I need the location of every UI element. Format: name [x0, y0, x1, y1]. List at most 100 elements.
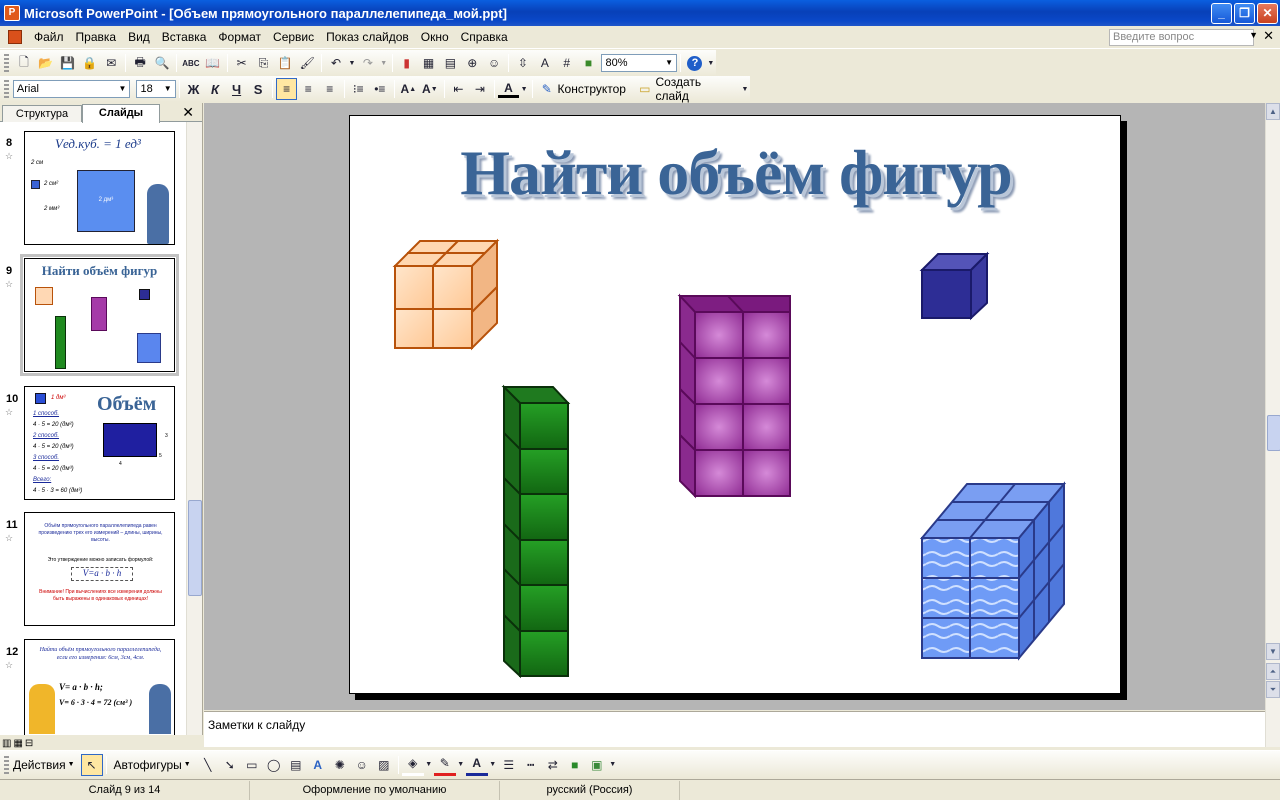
powerpoint-icon[interactable]: P	[4, 5, 20, 21]
picture-icon[interactable]: ▨	[373, 754, 395, 776]
numbering-icon[interactable]: ⁝≡	[348, 78, 370, 100]
ask-dropdown-icon[interactable]: ▼	[1249, 30, 1258, 40]
line-dropdown-icon[interactable]: ▼	[456, 754, 466, 776]
maximize-button[interactable]: ❐	[1234, 3, 1255, 24]
close-button[interactable]: ✕	[1257, 3, 1278, 24]
close-pane-icon[interactable]: ✕	[182, 104, 194, 121]
zoom-combo[interactable]: 80% ▼	[601, 54, 678, 72]
menu-file[interactable]: Файл	[28, 26, 70, 48]
show-formatting-icon[interactable]: A	[534, 52, 556, 74]
menu-tools[interactable]: Сервис	[267, 26, 320, 48]
green-prism-figure[interactable]	[501, 384, 571, 679]
slide-canvas[interactable]: Найти объём фигур	[349, 115, 1121, 694]
font-size-combo[interactable]: 18 ▼	[136, 80, 176, 98]
tables-borders-icon[interactable]: ▤	[439, 52, 461, 74]
fill-color-icon[interactable]: ◈	[401, 754, 424, 776]
clipart-icon[interactable]: ☺	[351, 754, 373, 776]
select-pointer-icon[interactable]: ↖	[80, 753, 103, 776]
ask-question-input[interactable]: Введите вопрос	[1109, 29, 1254, 46]
tab-outline[interactable]: Структура	[2, 105, 82, 122]
increase-font-icon[interactable]: A ▲	[398, 78, 420, 100]
slide-thumbnail-10[interactable]: 1 дм³ Объём 1 способ. 4 · 5 = 20 (дм²) 2…	[24, 386, 175, 500]
paste-icon[interactable]: 📋	[274, 52, 296, 74]
font-color-dropdown-icon[interactable]: ▼	[519, 78, 529, 100]
designer-button[interactable]: Конструктор	[558, 82, 626, 96]
3d-style-icon[interactable]: ▣	[586, 754, 608, 776]
close-document-icon[interactable]: ✕	[1263, 28, 1274, 44]
italic-button[interactable]: К	[204, 78, 226, 100]
redo-dropdown-icon[interactable]: ▼	[379, 52, 389, 74]
save-icon[interactable]: 💾	[57, 52, 79, 74]
main-scrollbar[interactable]: ▲ ▼ ⏶ ⏷	[1265, 103, 1280, 747]
undo-dropdown-icon[interactable]: ▼	[347, 52, 357, 74]
insert-chart-icon[interactable]: ▮	[396, 52, 418, 74]
next-slide-icon[interactable]: ⏷	[1266, 681, 1280, 698]
new-icon[interactable]: 🗋	[13, 52, 35, 74]
menu-edit[interactable]: Правка	[70, 26, 123, 48]
menu-window[interactable]: Окно	[415, 26, 455, 48]
increase-indent-icon[interactable]: ⇥	[469, 78, 491, 100]
bold-button[interactable]: Ж	[183, 78, 205, 100]
designer-icon[interactable]: ✎	[536, 78, 558, 100]
fill-dropdown-icon[interactable]: ▼	[424, 754, 434, 776]
toolbar-grip[interactable]	[4, 755, 9, 774]
menu-insert[interactable]: Вставка	[156, 26, 213, 48]
tab-slides[interactable]: Слайды	[82, 104, 160, 123]
menu-help[interactable]: Справка	[455, 26, 514, 48]
spelling-icon[interactable]: ABC	[180, 52, 202, 74]
slide-thumbnail-9[interactable]: Найти объём фигур	[20, 254, 179, 376]
show-grid-icon[interactable]: #	[556, 52, 578, 74]
line-color-icon[interactable]: ✎	[433, 754, 456, 776]
panel-scroll-thumb[interactable]	[188, 500, 202, 596]
arrow-icon[interactable]: ➘	[219, 754, 241, 776]
document-icon[interactable]	[8, 30, 22, 44]
normal-view-icon[interactable]: ▥	[2, 738, 11, 749]
diagram-icon[interactable]: ✺	[329, 754, 351, 776]
align-left-icon[interactable]: ≡	[275, 78, 298, 100]
dash-style-icon[interactable]: ┅	[520, 754, 542, 776]
research-icon[interactable]: 📖	[202, 52, 224, 74]
autoshapes-dropdown-icon[interactable]: ▼	[184, 761, 191, 768]
underline-button[interactable]: Ч	[226, 78, 248, 100]
slide-thumbnail-12[interactable]: Найти объём прямоугольного параллелепипе…	[24, 639, 175, 735]
toolbar-options-icon[interactable]: ▼	[608, 754, 618, 776]
insert-diagram-icon[interactable]: ⊕	[461, 52, 483, 74]
font-color-draw-dropdown-icon[interactable]: ▼	[488, 754, 498, 776]
new-slide-icon[interactable]: ▭	[634, 78, 656, 100]
scroll-down-icon[interactable]: ▼	[1266, 643, 1280, 660]
oval-icon[interactable]: ◯	[263, 754, 285, 776]
menu-slideshow[interactable]: Показ слайдов	[320, 26, 415, 48]
bullets-icon[interactable]: •≡	[369, 78, 391, 100]
print-preview-icon[interactable]: 🔍	[151, 52, 173, 74]
redo-icon[interactable]: ↷	[357, 52, 379, 74]
new-slide-button[interactable]: Создать слайд	[656, 75, 737, 103]
toolbar-grip[interactable]	[4, 80, 9, 98]
font-dropdown-icon[interactable]: ▼	[116, 82, 128, 96]
size-dropdown-icon[interactable]: ▼	[162, 82, 174, 96]
print-icon[interactable]: 🖶	[129, 52, 151, 74]
line-style-icon[interactable]: ☰	[498, 754, 520, 776]
panel-scrollbar[interactable]	[186, 122, 202, 735]
slideshow-icon[interactable]: ⊟	[25, 738, 33, 749]
main-scroll-thumb[interactable]	[1267, 415, 1280, 451]
align-right-icon[interactable]: ≡	[319, 78, 341, 100]
textbox-icon[interactable]: ▤	[285, 754, 307, 776]
permission-icon[interactable]: 🔒	[79, 52, 101, 74]
blue-cube-figure[interactable]	[919, 251, 990, 321]
menu-view[interactable]: Вид	[122, 26, 156, 48]
purple-prism-figure[interactable]	[677, 293, 791, 499]
actions-dropdown-icon[interactable]: ▼	[68, 761, 75, 768]
copy-icon[interactable]: ⎘	[253, 52, 275, 74]
line-icon[interactable]: ╲	[197, 754, 219, 776]
toolbar-grip[interactable]	[4, 54, 9, 72]
toolbar-options-icon[interactable]: ▼	[740, 78, 750, 100]
scroll-up-icon[interactable]: ▲	[1266, 103, 1280, 120]
slide-sorter-icon[interactable]: ▦	[13, 738, 22, 749]
decrease-indent-icon[interactable]: ⇤	[448, 78, 470, 100]
autoshapes-menu[interactable]: Автофигуры	[114, 758, 182, 772]
minimize-button[interactable]: _	[1211, 3, 1232, 24]
wordart-icon[interactable]: A	[307, 754, 329, 776]
slide-thumbnail-8[interactable]: Vед.куб. = 1 ед³ 2 см 2 см² 2 мм³ 2 дм³	[24, 131, 175, 245]
align-center-icon[interactable]: ≡	[297, 78, 319, 100]
slide-thumbnail-11[interactable]: Объём прямоугольного параллелепипеда рав…	[24, 512, 175, 626]
